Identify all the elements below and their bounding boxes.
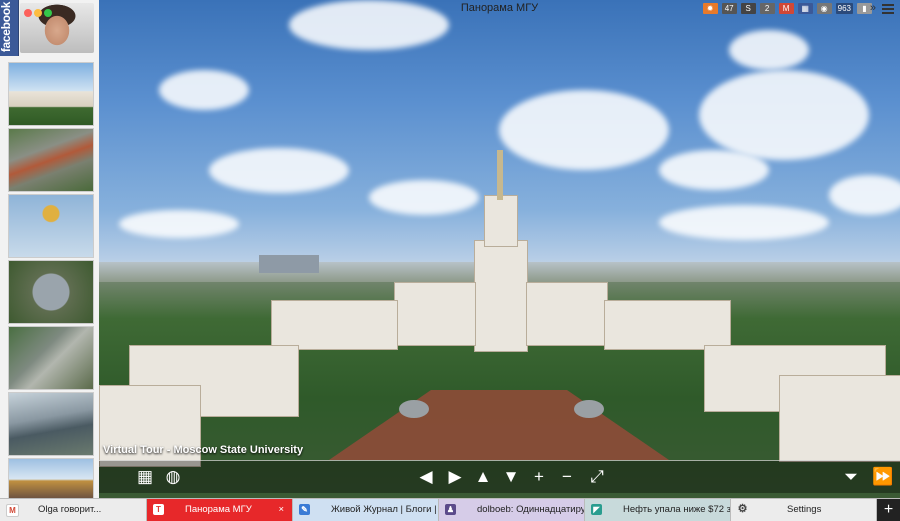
fountain-left xyxy=(399,400,429,418)
arrow-left-icon[interactable]: ◀ xyxy=(415,466,437,488)
tab-olga[interactable]: M Olga говорит... xyxy=(0,499,147,521)
tab-label: Settings xyxy=(787,504,822,515)
avatar[interactable] xyxy=(20,3,94,53)
fast-forward-icon[interactable]: ⏩ xyxy=(872,466,894,488)
thumbnail-msu-tower[interactable] xyxy=(8,62,94,126)
far-left-wing xyxy=(271,300,398,350)
cloud xyxy=(119,210,239,238)
thumbnail-church-domes[interactable] xyxy=(8,458,94,498)
moscow-city-towers xyxy=(259,255,319,273)
grid-icon[interactable]: ▦ xyxy=(134,466,156,488)
new-tab-button[interactable]: + xyxy=(877,499,900,521)
thumbnail-road-aerial[interactable] xyxy=(8,128,94,192)
arrow-down-icon[interactable]: ▼ xyxy=(500,466,522,488)
tab-label: dolboeb: Одиннадцатиру... xyxy=(477,504,585,515)
tray-badge-2[interactable]: 2 xyxy=(759,3,775,14)
tab-panorama[interactable]: T Панорама МГУ × xyxy=(147,499,293,521)
panorama-view[interactable]: Панорама МГУ ✹ 47 S 2 M ▦ ◉ 963 ▮ » Virt… xyxy=(99,0,900,498)
news-icon: ◤ xyxy=(591,504,602,515)
tab-label: Панорама МГУ xyxy=(185,504,252,515)
tab-oil-news[interactable]: ◤ Нефть упала ниже $72 за... xyxy=(585,499,731,521)
thumbnail-bridge[interactable] xyxy=(8,392,94,456)
main-tower-top xyxy=(484,195,518,247)
tab-label: Нефть упала ниже $72 за... xyxy=(623,504,731,515)
main-tower xyxy=(474,240,528,352)
skype-icon[interactable]: S xyxy=(740,3,756,14)
arrow-up-icon[interactable]: ▲ xyxy=(472,466,494,488)
arrow-right-icon[interactable]: ▶ xyxy=(444,466,466,488)
cloud xyxy=(369,180,479,215)
close-dot-icon[interactable] xyxy=(24,9,32,17)
gmail-icon[interactable]: M xyxy=(778,3,794,14)
cloud xyxy=(499,90,669,170)
tab-label: Olga говорит... xyxy=(38,504,102,515)
cloud xyxy=(659,205,829,240)
tray-badge-47[interactable]: 47 xyxy=(721,3,737,14)
tab-dolboeb[interactable]: ♟ dolboeb: Одиннадцатиру... xyxy=(439,499,585,521)
tour-controls: ▦ ◍ ◀ ▶ ▲ ▼ + − ⤢ ⏷ ⏩ xyxy=(99,460,900,493)
cloud xyxy=(209,148,349,193)
cloud xyxy=(829,175,900,215)
close-tab-icon[interactable]: × xyxy=(278,499,284,521)
cloud xyxy=(159,70,249,110)
pencil-icon: ✎ xyxy=(299,504,310,515)
gear-icon: ⚙ xyxy=(737,503,748,515)
far-right-wing xyxy=(604,300,731,350)
tab-settings[interactable]: ⚙ Settings xyxy=(731,499,877,521)
fountain-right xyxy=(574,400,604,418)
cloud xyxy=(729,30,809,70)
plaza xyxy=(329,390,669,460)
minimize-dot-icon[interactable] xyxy=(34,9,42,17)
right-front-building xyxy=(779,375,900,462)
user-icon: ♟ xyxy=(445,504,456,515)
facebook-tab[interactable]: facebook xyxy=(0,0,19,56)
thumbnail-star-spire[interactable] xyxy=(8,194,94,258)
browser-tab-bar: M Olga говорит... T Панорама МГУ × ✎ Жив… xyxy=(0,498,900,521)
thumbnail-dome-aerial[interactable] xyxy=(8,260,94,324)
right-wing xyxy=(526,282,608,346)
zoom-in-icon[interactable]: + xyxy=(528,466,550,488)
spire xyxy=(497,150,503,200)
left-sidebar: facebook xyxy=(0,0,99,498)
zoom-dot-icon[interactable] xyxy=(44,9,52,17)
gmail-icon: M xyxy=(6,504,19,517)
t-icon: T xyxy=(153,504,164,515)
tab-label: Живой Журнал | Блоги | Бл... xyxy=(331,504,438,515)
fullscreen-icon[interactable]: ⤢ xyxy=(586,466,608,488)
menu-bar-tray: ✹ 47 S 2 M ▦ ◉ 963 ▮ xyxy=(702,3,872,14)
cloud xyxy=(699,70,869,160)
globe-icon[interactable]: ◍ xyxy=(162,466,184,488)
facebook-label: facebook xyxy=(0,1,14,53)
zoom-out-icon[interactable]: − xyxy=(556,466,578,488)
thumbnail-city-aerial[interactable] xyxy=(8,326,94,390)
hide-bar-icon[interactable]: ⏷ xyxy=(840,466,862,488)
tab-livejournal[interactable]: ✎ Живой Журнал | Блоги | Бл... xyxy=(293,499,439,521)
menu-icon[interactable] xyxy=(882,4,894,14)
left-wing xyxy=(394,282,476,346)
tray-badge-963[interactable]: 963 xyxy=(835,3,853,14)
tour-label: Virtual Tour - Moscow State University xyxy=(103,444,304,456)
sun-icon[interactable]: ✹ xyxy=(702,3,718,14)
flag-icon[interactable]: ▦ xyxy=(797,3,813,14)
chevron-more-icon[interactable]: » xyxy=(870,2,876,14)
owl-icon[interactable]: ◉ xyxy=(816,3,832,14)
